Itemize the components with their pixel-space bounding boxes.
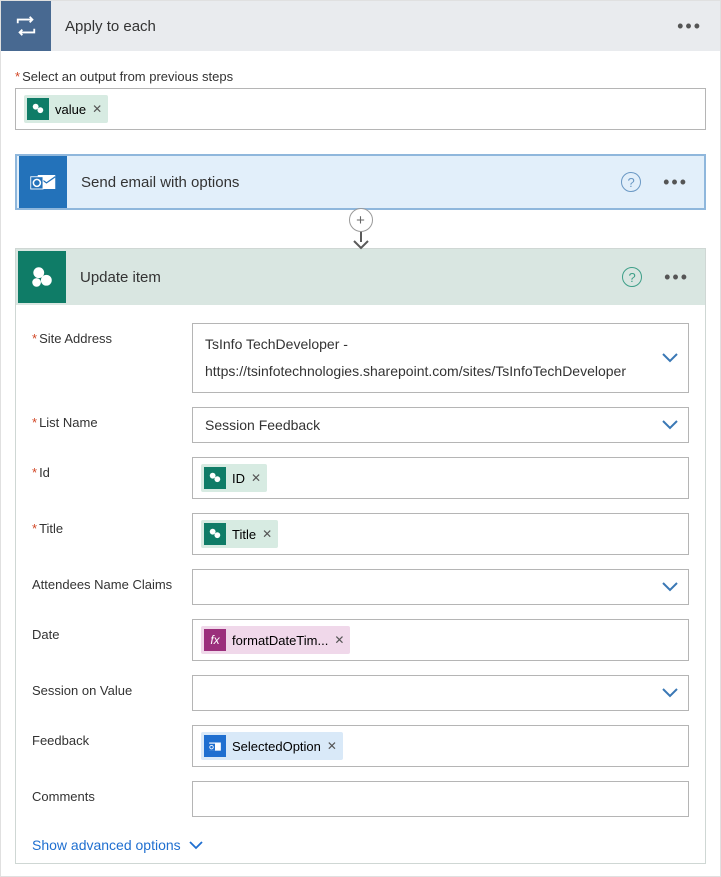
sharepoint-action-icon bbox=[18, 251, 66, 303]
token-selectedoption-text: SelectedOption bbox=[232, 739, 321, 754]
site-address-input[interactable]: TsInfo TechDeveloper - https://tsinfotec… bbox=[192, 323, 689, 393]
token-value[interactable]: value ✕ bbox=[24, 95, 108, 123]
token-value-text: value bbox=[55, 102, 86, 117]
send-email-with-options-card[interactable]: Send email with options ? ••• bbox=[15, 154, 706, 210]
title-input[interactable]: Title ✕ bbox=[192, 513, 689, 555]
token-id-text: ID bbox=[232, 471, 245, 486]
sharepoint-icon bbox=[27, 98, 49, 120]
update-item-card: Update item ? ••• Site Address TsInfo Te… bbox=[15, 248, 706, 864]
site-address-line1: TsInfo TechDeveloper - bbox=[205, 334, 348, 355]
select-output-input[interactable]: value ✕ bbox=[15, 88, 706, 130]
sharepoint-icon bbox=[204, 467, 226, 489]
send-email-more-menu[interactable]: ••• bbox=[655, 168, 696, 197]
site-address-dropdown-icon[interactable] bbox=[662, 353, 678, 363]
update-item-body: Site Address TsInfo TechDeveloper - http… bbox=[16, 305, 705, 863]
outlook-icon bbox=[19, 156, 67, 208]
list-name-input[interactable]: Session Feedback bbox=[192, 407, 689, 443]
insert-step-region: + bbox=[15, 210, 706, 250]
update-item-header[interactable]: Update item ? ••• bbox=[16, 249, 705, 305]
id-label: Id bbox=[32, 457, 192, 480]
id-input[interactable]: ID ✕ bbox=[192, 457, 689, 499]
token-value-remove[interactable]: ✕ bbox=[92, 102, 102, 116]
update-item-more-menu[interactable]: ••• bbox=[656, 263, 697, 292]
session-on-input[interactable] bbox=[192, 675, 689, 711]
select-output-label: Select an output from previous steps bbox=[15, 69, 706, 84]
apply-to-each-title: Apply to each bbox=[65, 18, 669, 35]
token-id[interactable]: ID ✕ bbox=[201, 464, 267, 492]
update-item-help-icon[interactable]: ? bbox=[622, 267, 642, 287]
show-advanced-options-text: Show advanced options bbox=[32, 837, 181, 853]
apply-to-each-card: Apply to each ••• Select an output from … bbox=[0, 0, 721, 877]
token-title[interactable]: Title ✕ bbox=[201, 520, 278, 548]
token-formatdatetime-remove[interactable]: ✕ bbox=[334, 633, 344, 647]
token-formatdatetime[interactable]: fx formatDateTim... ✕ bbox=[201, 626, 350, 654]
feedback-input[interactable]: SelectedOption ✕ bbox=[192, 725, 689, 767]
site-address-line2: https://tsinfotechnologies.sharepoint.co… bbox=[205, 361, 626, 382]
token-selectedoption-remove[interactable]: ✕ bbox=[327, 739, 337, 753]
apply-to-each-more-menu[interactable]: ••• bbox=[669, 12, 710, 41]
site-address-label: Site Address bbox=[32, 323, 192, 346]
token-title-text: Title bbox=[232, 527, 256, 542]
token-selectedoption[interactable]: SelectedOption ✕ bbox=[201, 732, 343, 760]
list-name-label: List Name bbox=[32, 407, 192, 430]
insert-step-button[interactable]: + bbox=[349, 208, 373, 232]
attendees-dropdown-icon[interactable] bbox=[662, 582, 678, 592]
date-label: Date bbox=[32, 619, 192, 642]
list-name-value: Session Feedback bbox=[205, 417, 320, 433]
attendees-input[interactable] bbox=[192, 569, 689, 605]
chevron-down-icon bbox=[189, 841, 203, 850]
apply-to-each-body: Select an output from previous steps val… bbox=[1, 51, 720, 876]
session-on-dropdown-icon[interactable] bbox=[662, 688, 678, 698]
show-advanced-options-link[interactable]: Show advanced options bbox=[32, 837, 203, 853]
send-email-help-icon[interactable]: ? bbox=[621, 172, 641, 192]
comments-label: Comments bbox=[32, 781, 192, 804]
outlook-small-icon bbox=[204, 735, 226, 757]
apply-to-each-header[interactable]: Apply to each ••• bbox=[1, 1, 720, 51]
loop-icon bbox=[1, 1, 51, 51]
list-name-dropdown-icon[interactable] bbox=[662, 420, 678, 430]
comments-input[interactable] bbox=[192, 781, 689, 817]
send-email-title: Send email with options bbox=[81, 174, 621, 191]
token-id-remove[interactable]: ✕ bbox=[251, 471, 261, 485]
attendees-label: Attendees Name Claims bbox=[32, 569, 192, 592]
update-item-title: Update item bbox=[80, 269, 622, 286]
session-on-label: Session on Value bbox=[32, 675, 192, 698]
date-input[interactable]: fx formatDateTim... ✕ bbox=[192, 619, 689, 661]
fx-icon: fx bbox=[204, 629, 226, 651]
title-label: Title bbox=[32, 513, 192, 536]
token-formatdatetime-text: formatDateTim... bbox=[232, 633, 328, 648]
feedback-label: Feedback bbox=[32, 725, 192, 748]
token-title-remove[interactable]: ✕ bbox=[262, 527, 272, 541]
sharepoint-icon bbox=[204, 523, 226, 545]
